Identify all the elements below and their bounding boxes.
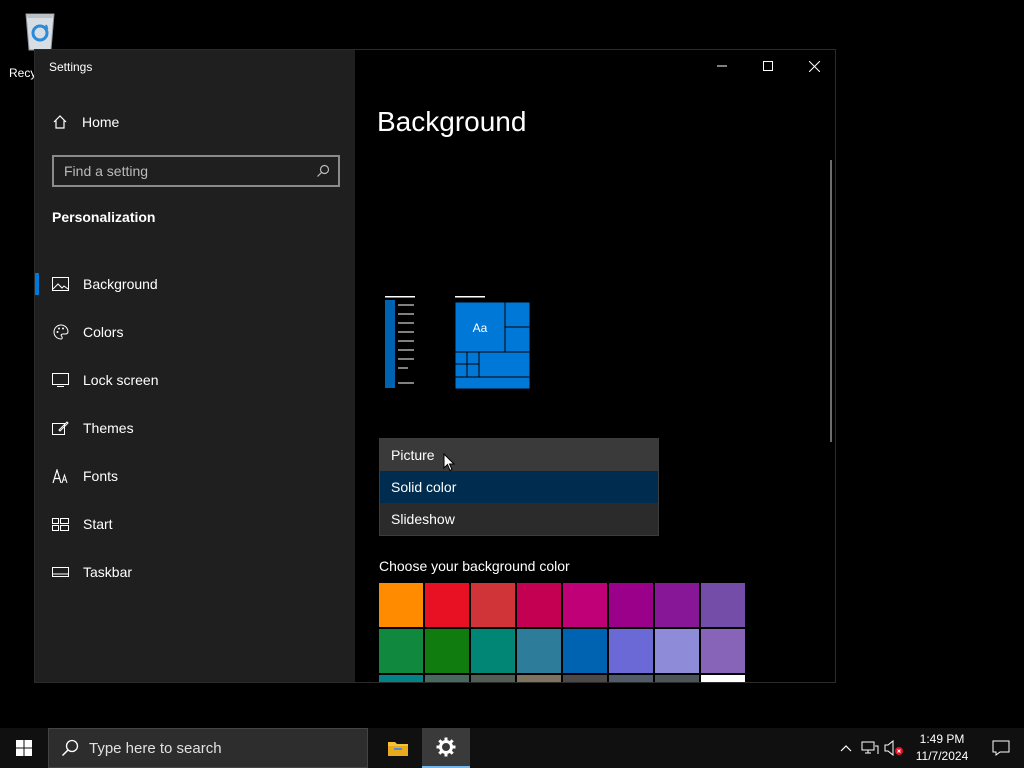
recycle-bin-icon bbox=[25, 13, 55, 51]
sidebar-item-start[interactable]: Start bbox=[35, 500, 355, 548]
page-title: Background bbox=[377, 106, 527, 137]
color-swatch[interactable] bbox=[517, 583, 561, 627]
color-swatch[interactable] bbox=[379, 675, 423, 682]
maximize-icon bbox=[763, 61, 773, 71]
system-tray: 1:49 PM 11/7/2024 bbox=[834, 728, 1024, 768]
color-swatch[interactable] bbox=[379, 629, 423, 673]
clock-date: 11/7/2024 bbox=[915, 749, 969, 763]
color-swatch[interactable] bbox=[563, 675, 607, 682]
sidebar-item-background[interactable]: Background bbox=[35, 260, 355, 308]
color-swatch[interactable] bbox=[701, 629, 745, 673]
content-scrollbar[interactable] bbox=[830, 160, 832, 442]
themes-icon bbox=[52, 420, 69, 437]
background-preview: Aa bbox=[385, 296, 531, 390]
taskbar-search[interactable] bbox=[48, 728, 368, 768]
dropdown-option-picture[interactable]: Picture bbox=[380, 439, 658, 471]
personalization-nav: Background Colors Lock screen Themes Fon… bbox=[35, 260, 355, 596]
settings-sidebar: Settings Home Personalization Background… bbox=[35, 50, 355, 682]
chevron-up-icon bbox=[840, 745, 852, 752]
recycle-bin-label: Recy bbox=[9, 66, 37, 80]
background-type-dropdown[interactable]: Picture Solid color Slideshow bbox=[379, 438, 659, 536]
color-swatch[interactable] bbox=[655, 583, 699, 627]
sidebar-item-label: Themes bbox=[83, 420, 134, 436]
show-hidden-icons-button[interactable] bbox=[834, 728, 858, 768]
find-setting-input[interactable] bbox=[64, 163, 316, 179]
sidebar-item-fonts[interactable]: Fonts bbox=[35, 452, 355, 500]
home-icon bbox=[53, 115, 67, 129]
color-swatch[interactable] bbox=[609, 629, 653, 673]
mouse-cursor-icon bbox=[443, 453, 455, 472]
palette-icon bbox=[52, 324, 69, 341]
color-swatch[interactable] bbox=[471, 675, 515, 682]
search-icon[interactable] bbox=[316, 164, 330, 178]
close-button[interactable] bbox=[791, 50, 835, 82]
sidebar-item-label: Lock screen bbox=[83, 372, 159, 388]
dropdown-option-slideshow[interactable]: Slideshow bbox=[380, 503, 658, 535]
color-swatch[interactable] bbox=[425, 629, 469, 673]
folder-icon bbox=[388, 742, 408, 756]
sidebar-item-themes[interactable]: Themes bbox=[35, 404, 355, 452]
lock-screen-icon bbox=[52, 372, 69, 389]
file-explorer-button[interactable] bbox=[374, 728, 422, 768]
sidebar-item-label: Fonts bbox=[83, 468, 119, 484]
sidebar-item-colors[interactable]: Colors bbox=[35, 308, 355, 356]
color-swatch[interactable] bbox=[471, 583, 515, 627]
color-swatch[interactable] bbox=[379, 583, 423, 627]
color-swatch[interactable] bbox=[471, 629, 515, 673]
volume-button[interactable] bbox=[882, 728, 906, 768]
color-swatch[interactable] bbox=[517, 629, 561, 673]
sidebar-item-label: Colors bbox=[83, 324, 124, 340]
nav-home[interactable]: Home bbox=[52, 114, 119, 130]
settings-window: Settings Home Personalization Background… bbox=[34, 49, 836, 683]
picture-icon bbox=[52, 276, 69, 293]
color-swatch[interactable] bbox=[609, 583, 653, 627]
start-button[interactable] bbox=[0, 728, 48, 768]
close-icon bbox=[808, 60, 820, 72]
window-title: Settings bbox=[49, 60, 93, 74]
maximize-button[interactable] bbox=[745, 50, 791, 82]
sidebar-item-label: Background bbox=[83, 276, 158, 292]
volume-muted-icon bbox=[884, 740, 903, 756]
color-swatch[interactable] bbox=[701, 583, 745, 627]
taskbar: 1:49 PM 11/7/2024 bbox=[0, 728, 1024, 768]
minimize-button[interactable] bbox=[699, 50, 745, 82]
action-center-button[interactable] bbox=[978, 728, 1024, 768]
background-color-label: Choose your background color bbox=[379, 558, 570, 574]
color-swatch[interactable] bbox=[701, 675, 745, 682]
color-swatch[interactable] bbox=[655, 629, 699, 673]
color-swatch-grid bbox=[379, 583, 745, 682]
notification-icon bbox=[992, 740, 1010, 756]
section-title-personalization: Personalization bbox=[52, 209, 156, 225]
minimize-icon bbox=[717, 65, 727, 67]
color-swatch[interactable] bbox=[425, 675, 469, 682]
network-icon bbox=[861, 741, 879, 754]
color-swatch[interactable] bbox=[425, 583, 469, 627]
color-swatch[interactable] bbox=[609, 675, 653, 682]
clock-time: 1:49 PM bbox=[919, 732, 965, 746]
window-controls bbox=[699, 50, 835, 82]
taskbar-icon bbox=[52, 564, 69, 581]
color-swatch[interactable] bbox=[563, 583, 607, 627]
taskbar-search-input[interactable] bbox=[89, 739, 339, 757]
start-icon bbox=[52, 516, 69, 533]
color-swatch[interactable] bbox=[563, 629, 607, 673]
sidebar-item-label: Taskbar bbox=[83, 564, 133, 580]
sidebar-item-label: Start bbox=[83, 516, 113, 532]
gear-icon bbox=[436, 737, 456, 757]
preview-text: Aa bbox=[473, 321, 488, 335]
color-swatch[interactable] bbox=[517, 675, 561, 682]
sidebar-item-taskbar[interactable]: Taskbar bbox=[35, 548, 355, 596]
windows-logo-icon bbox=[16, 740, 32, 756]
nav-home-label: Home bbox=[82, 114, 120, 130]
find-setting-search[interactable] bbox=[52, 155, 340, 187]
sidebar-item-lock-screen[interactable]: Lock screen bbox=[35, 356, 355, 404]
taskbar-clock[interactable]: 1:49 PM 11/7/2024 bbox=[906, 731, 978, 765]
settings-taskbar-button[interactable] bbox=[422, 728, 470, 768]
color-swatch[interactable] bbox=[655, 675, 699, 682]
dropdown-option-solid-color[interactable]: Solid color bbox=[380, 471, 658, 503]
search-icon bbox=[61, 739, 79, 757]
network-button[interactable] bbox=[858, 728, 882, 768]
fonts-icon bbox=[52, 468, 69, 485]
settings-content: Background Aa Picture Solid color Slides… bbox=[355, 50, 835, 682]
